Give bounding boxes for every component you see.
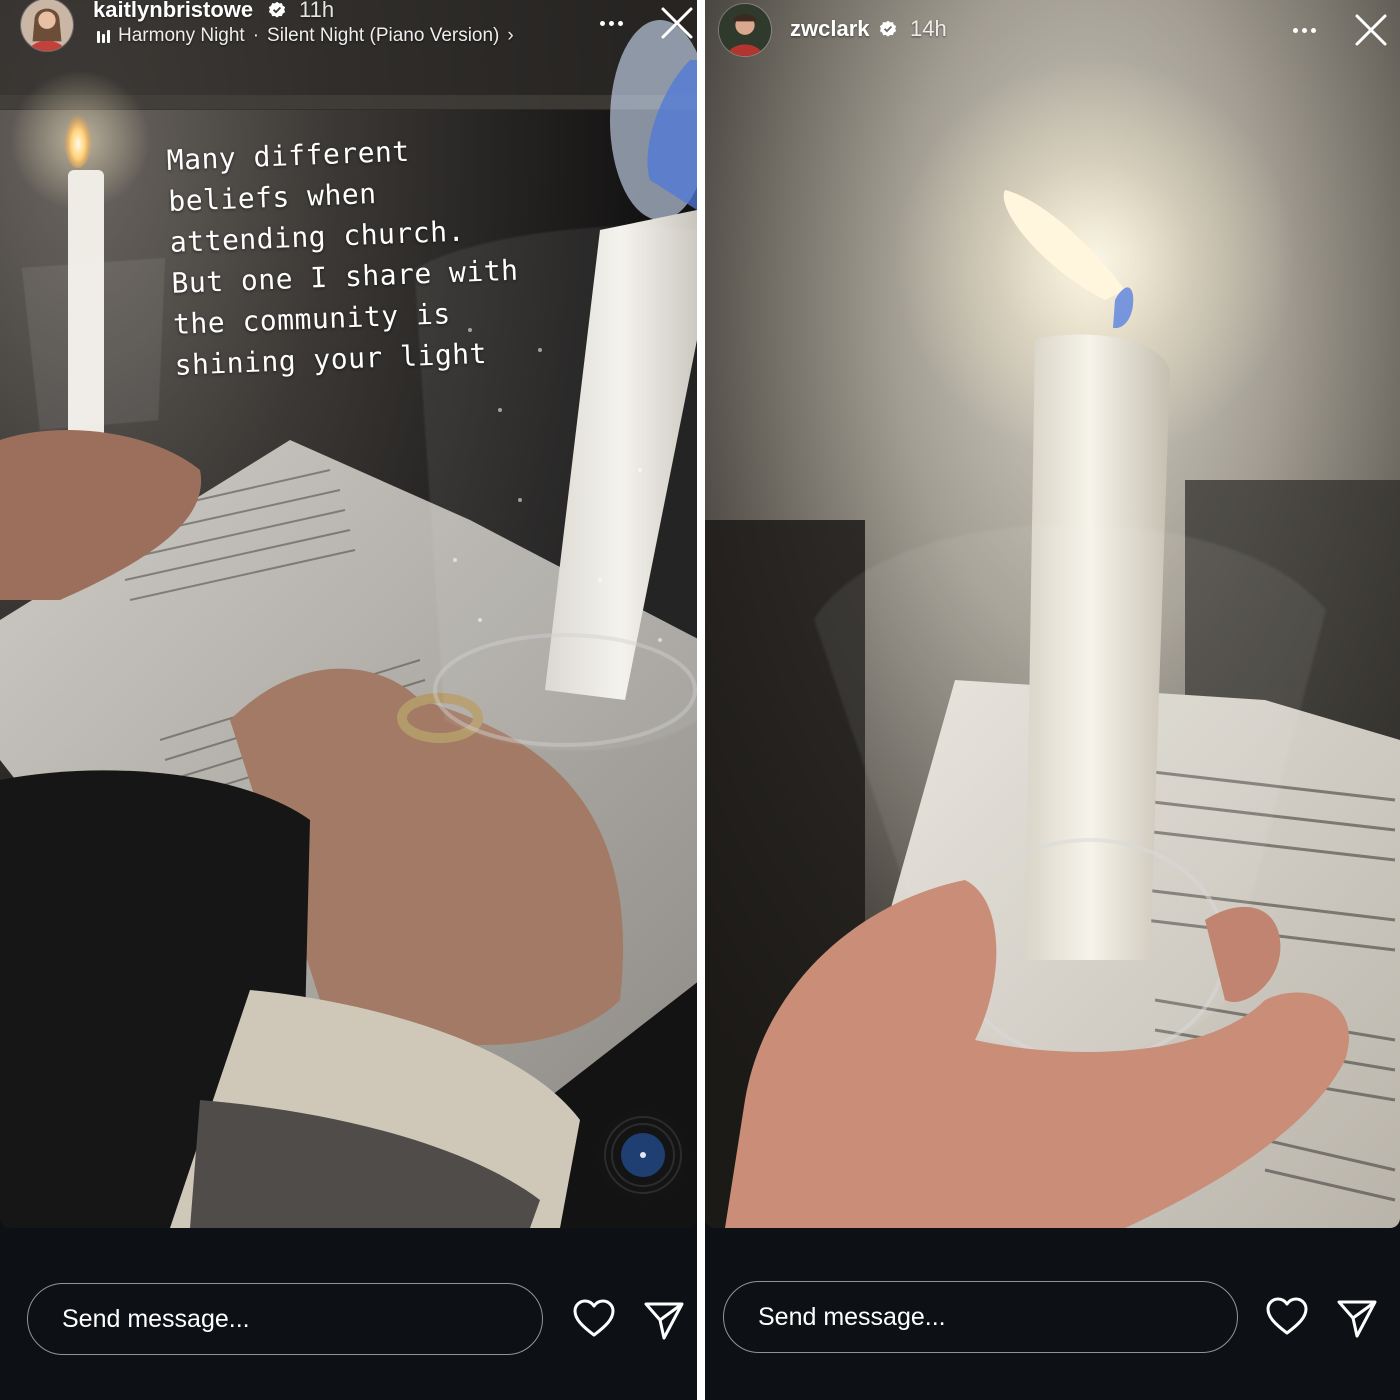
music-artist: Harmony Night [118, 25, 245, 46]
music-bars-icon [97, 29, 110, 43]
close-button[interactable] [1353, 12, 1389, 48]
send-message-input[interactable]: Send message... [723, 1281, 1238, 1353]
story-header: kaitlynbristowe 11h Harmony Night · Sile… [0, 0, 697, 80]
more-options-button[interactable] [591, 8, 631, 38]
profile-avatar[interactable] [718, 3, 772, 57]
like-button[interactable] [1265, 1295, 1309, 1339]
music-track: Silent Night (Piano Version) [267, 25, 500, 46]
message-placeholder: Send message... [62, 1304, 250, 1333]
verified-badge-icon [268, 1, 286, 18]
post-time: 14h [910, 16, 947, 41]
close-icon [1355, 14, 1387, 46]
more-options-button[interactable] [1284, 15, 1324, 45]
message-placeholder: Send message... [758, 1302, 946, 1331]
like-button[interactable] [572, 1297, 616, 1341]
username[interactable]: kaitlynbristowe [93, 0, 253, 23]
post-time: 11h [299, 0, 335, 22]
story-media-photo[interactable] [705, 0, 1400, 1228]
vinyl-record-icon[interactable] [596, 1108, 690, 1202]
more-icon [1292, 27, 1298, 33]
message-composer: Send message... [705, 1250, 1400, 1380]
share-button[interactable] [642, 1298, 686, 1342]
message-composer: Send message... [0, 1250, 697, 1380]
story-header: zwclark 14h [705, 0, 1400, 80]
share-button[interactable] [1335, 1296, 1379, 1340]
music-separator: · [252, 25, 260, 46]
heart-icon [573, 1299, 615, 1337]
close-button[interactable] [659, 5, 695, 41]
chevron-right-icon: › [507, 25, 514, 46]
send-icon [644, 1302, 684, 1340]
username[interactable]: zwclark [790, 16, 870, 42]
candle-hymnal-photo [705, 0, 1400, 1228]
send-message-input[interactable]: Send message... [27, 1283, 543, 1355]
verified-badge-icon [879, 20, 897, 37]
music-attribution[interactable]: Harmony Night · Silent Night (Piano Vers… [97, 25, 514, 47]
close-icon [661, 7, 693, 39]
story-viewer-right[interactable]: zwclark 14h Send message... [705, 0, 1400, 1400]
story-caption-text: Many different beliefs when attending ch… [166, 125, 575, 386]
profile-avatar[interactable] [20, 0, 74, 52]
more-icon [599, 20, 605, 26]
story-viewer-left[interactable]: kaitlynbristowe 11h Harmony Night · Sile… [0, 0, 697, 1400]
send-icon [1337, 1300, 1377, 1338]
heart-icon [1266, 1297, 1308, 1335]
